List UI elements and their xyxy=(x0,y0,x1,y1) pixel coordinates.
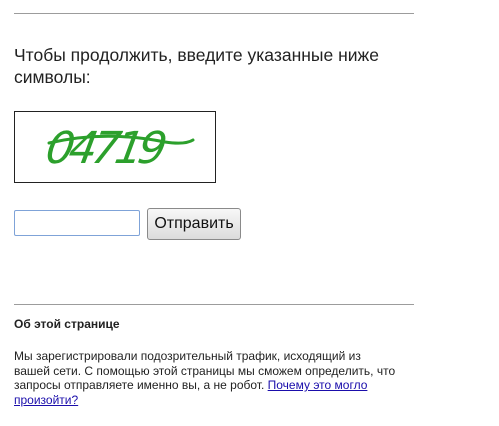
about-heading: Об этой странице xyxy=(14,317,120,331)
about-text: Мы зарегистрировали подозрительный трафи… xyxy=(14,349,399,407)
captcha-prompt: Чтобы продолжить, введите указанные ниже… xyxy=(14,45,379,87)
captcha-page: Чтобы продолжить, введите указанные ниже… xyxy=(0,0,499,426)
captcha-graphic: 04719 xyxy=(42,123,195,174)
captcha-code: 04719 xyxy=(42,123,169,174)
section-divider xyxy=(14,304,414,305)
top-divider xyxy=(14,13,414,14)
captcha-image: 04719 xyxy=(14,111,216,183)
submit-button[interactable]: Отправить xyxy=(147,208,241,240)
captcha-answer-input[interactable] xyxy=(14,210,140,236)
